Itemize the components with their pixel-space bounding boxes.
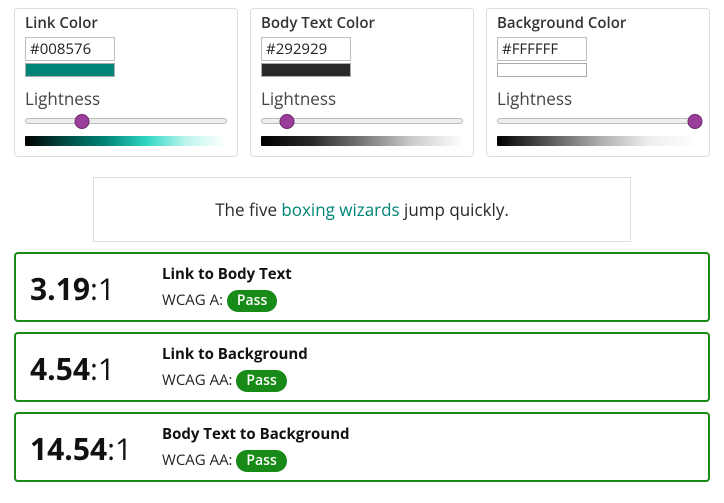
pass-badge: Pass — [236, 450, 286, 472]
result-status: WCAG A: Pass — [162, 290, 694, 312]
preview-link[interactable]: boxing wizards — [281, 198, 399, 221]
body-gradient-bar — [261, 136, 463, 146]
ratio-value: 14.54:1 — [30, 428, 162, 469]
bg-color-panel: Background Color Lightness — [486, 8, 710, 157]
link-lightness-slider[interactable] — [25, 112, 227, 132]
bg-color-input[interactable] — [497, 37, 587, 61]
ratio-value: 3.19:1 — [30, 268, 162, 309]
body-color-swatch[interactable] — [261, 63, 351, 77]
slider-thumb[interactable] — [74, 114, 89, 129]
slider-thumb[interactable] — [280, 114, 295, 129]
link-color-input[interactable] — [25, 37, 115, 61]
pass-badge: Pass — [227, 290, 277, 312]
slider-track — [25, 118, 227, 124]
link-color-swatch[interactable] — [25, 63, 115, 77]
bg-lightness-slider[interactable] — [497, 112, 699, 132]
bg-color-title: Background Color — [497, 13, 699, 33]
body-color-input[interactable] — [261, 37, 351, 61]
result-title: Link to Body Text — [162, 264, 694, 284]
link-gradient-bar — [25, 136, 227, 146]
preview-text-before: The five — [215, 198, 281, 221]
slider-thumb[interactable] — [687, 114, 702, 129]
body-color-panel: Body Text Color Lightness — [250, 8, 474, 157]
result-body-to-bg: 14.54:1 Body Text to Background WCAG AA:… — [14, 412, 710, 482]
body-lightness-label: Lightness — [261, 87, 463, 110]
result-link-to-body: 3.19:1 Link to Body Text WCAG A: Pass — [14, 252, 710, 322]
bg-lightness-label: Lightness — [497, 87, 699, 110]
link-lightness-label: Lightness — [25, 87, 227, 110]
ratio-value: 4.54:1 — [30, 348, 162, 389]
body-color-title: Body Text Color — [261, 13, 463, 33]
preview-text-after: jump quickly. — [400, 198, 509, 221]
preview-box: The five boxing wizards jump quickly. — [93, 177, 631, 242]
bg-color-swatch[interactable] — [497, 63, 587, 77]
result-status: WCAG AA: Pass — [162, 370, 694, 392]
bg-gradient-bar — [497, 136, 699, 146]
body-lightness-slider[interactable] — [261, 112, 463, 132]
result-title: Body Text to Background — [162, 424, 694, 444]
result-status: WCAG AA: Pass — [162, 450, 694, 472]
result-link-to-bg: 4.54:1 Link to Background WCAG AA: Pass — [14, 332, 710, 402]
result-title: Link to Background — [162, 344, 694, 364]
link-color-panel: Link Color Lightness — [14, 8, 238, 157]
color-panels-row: Link Color Lightness Body Text Color Lig… — [14, 8, 710, 157]
pass-badge: Pass — [236, 370, 286, 392]
link-color-title: Link Color — [25, 13, 227, 33]
slider-track — [497, 118, 699, 124]
